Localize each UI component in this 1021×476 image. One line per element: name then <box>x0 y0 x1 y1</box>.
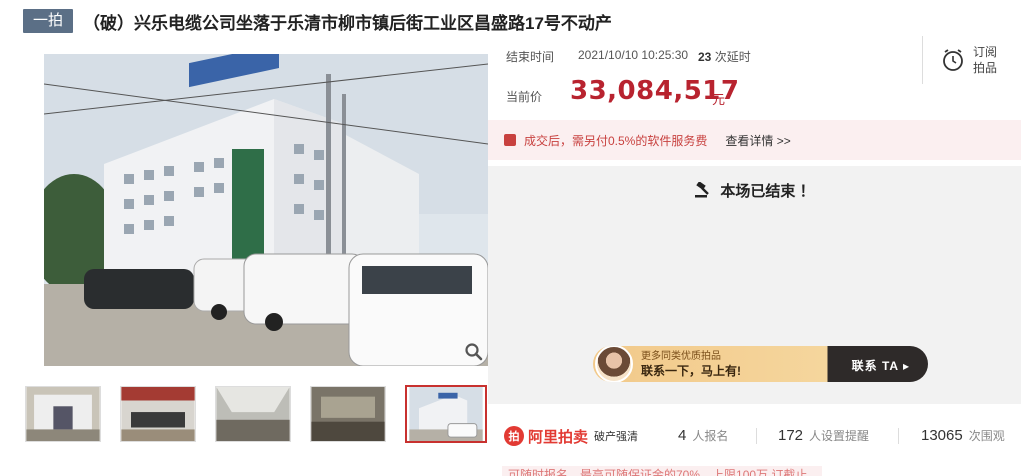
divider <box>922 36 923 84</box>
current-price-label: 当前价 <box>506 90 543 104</box>
stats-divider <box>898 428 899 444</box>
reminder-number: 172 <box>778 427 804 444</box>
fee-details-link[interactable]: 查看详情 >> <box>725 132 790 149</box>
view-count: 13065 次围观 <box>921 427 1005 444</box>
agent-avatar <box>595 346 633 382</box>
subscribe-label-1: 订阅 <box>973 45 998 59</box>
thumbnail-2[interactable] <box>120 386 196 442</box>
thumbnail-3[interactable] <box>215 386 291 442</box>
auction-ended-text: 本场已结束 ！ <box>720 183 815 200</box>
thumbnail-1[interactable] <box>25 386 101 442</box>
view-label: 次围观 <box>968 429 1005 443</box>
reminder-label: 人设置提醒 <box>809 429 870 443</box>
delay-count-label: 次延时 <box>714 50 751 64</box>
contact-ta-button[interactable]: 联系 TA ▸ <box>852 357 910 374</box>
delay-count-number: 23 <box>698 50 712 64</box>
page-title: （破）兴乐电缆公司坐落于乐清市柳市镇后街工业区昌盛路17号不动产 <box>83 13 612 33</box>
ali-auction-logo: 拍 阿里拍卖 破产强清 <box>504 426 638 447</box>
subscribe-button[interactable]: 订阅 拍品 <box>942 44 997 76</box>
auction-ended-message: 本场已结束 ！ <box>488 180 1021 201</box>
signup-count: 4 人报名 <box>678 427 728 444</box>
stats-divider <box>756 428 757 444</box>
signup-label: 人报名 <box>692 429 729 443</box>
subscribe-label-2: 拍品 <box>973 61 998 75</box>
reminder-count: 172 人设置提醒 <box>778 427 869 444</box>
thumbnail-4[interactable] <box>310 386 386 442</box>
auction-round-tag: 一拍 <box>23 9 74 33</box>
building-photo <box>44 54 488 366</box>
fee-text: 成交后，需另付0.5%的软件服务费 <box>524 133 708 148</box>
thumbnail-strip <box>25 385 487 443</box>
stats-bar: 拍 阿里拍卖 破产强清 4 人报名 172 人设置提醒 13065 次围观 <box>488 416 1021 456</box>
alarm-clock-icon <box>943 49 963 71</box>
zoom-icon[interactable] <box>464 342 484 362</box>
main-photo[interactable] <box>44 54 488 366</box>
deposit-notice-strip: 可随时报名，最高可随保证金的70%，上限100万 订截止 <box>502 466 822 476</box>
delay-count: 23 次延时 <box>698 48 751 65</box>
logo-subtitle: 破产强清 <box>594 431 639 443</box>
price-unit: 元 <box>712 92 726 107</box>
view-number: 13065 <box>921 427 963 444</box>
end-time-value: 2021/10/10 10:25:30 <box>578 48 689 62</box>
fee-icon <box>504 134 516 146</box>
gavel-icon <box>695 182 710 198</box>
banner-line1: 更多同类优质拍品 <box>641 351 721 362</box>
banner-line2: 联系一下，马上有! <box>641 364 741 378</box>
service-fee-notice: 成交后，需另付0.5%的软件服务费 查看详情 >> <box>488 120 1021 160</box>
title-row: 一拍 （破）兴乐电缆公司坐落于乐清市柳市镇后街工业区昌盛路17号不动产 <box>23 8 612 34</box>
logo-mark-icon: 拍 <box>504 426 524 446</box>
signup-number: 4 <box>678 427 687 444</box>
thumbnail-5-selected[interactable] <box>405 385 487 443</box>
contact-banner[interactable]: 更多同类优质拍品 联系一下，马上有! 联系 TA ▸ <box>593 346 928 382</box>
end-time-label: 结束时间 <box>506 50 555 64</box>
logo-name: 阿里拍卖 <box>528 428 589 446</box>
auction-status-box: 本场已结束 ！ 更多同类优质拍品 联系一下，马上有! 联系 TA ▸ <box>488 166 1021 404</box>
